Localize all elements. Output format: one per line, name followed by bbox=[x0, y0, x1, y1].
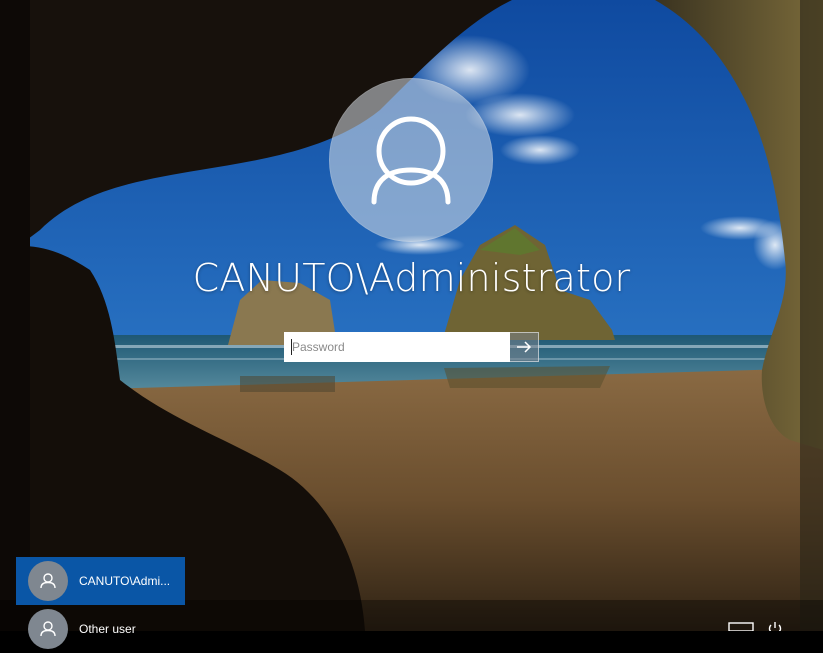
password-input[interactable] bbox=[284, 332, 510, 362]
user-icon bbox=[28, 609, 68, 649]
user-tile-administrator[interactable]: CANUTO\Admi... bbox=[16, 557, 185, 605]
user-tile-other-user[interactable]: Other user bbox=[16, 605, 185, 653]
user-avatar bbox=[329, 78, 493, 242]
power-icon[interactable] bbox=[768, 622, 782, 631]
network-icon[interactable] bbox=[728, 622, 754, 631]
user-tile-label: CANUTO\Admi... bbox=[79, 574, 171, 588]
username-title: CANUTO\Administrator bbox=[192, 256, 631, 300]
submit-button[interactable] bbox=[510, 332, 539, 362]
system-tray bbox=[728, 622, 782, 631]
user-icon bbox=[28, 561, 68, 601]
text-caret bbox=[291, 339, 292, 355]
password-row bbox=[284, 332, 539, 362]
user-tile-label: Other user bbox=[79, 622, 136, 636]
user-icon bbox=[371, 116, 451, 205]
user-switcher: CANUTO\Admi... Other user bbox=[16, 557, 185, 653]
arrow-right-icon bbox=[517, 341, 532, 353]
